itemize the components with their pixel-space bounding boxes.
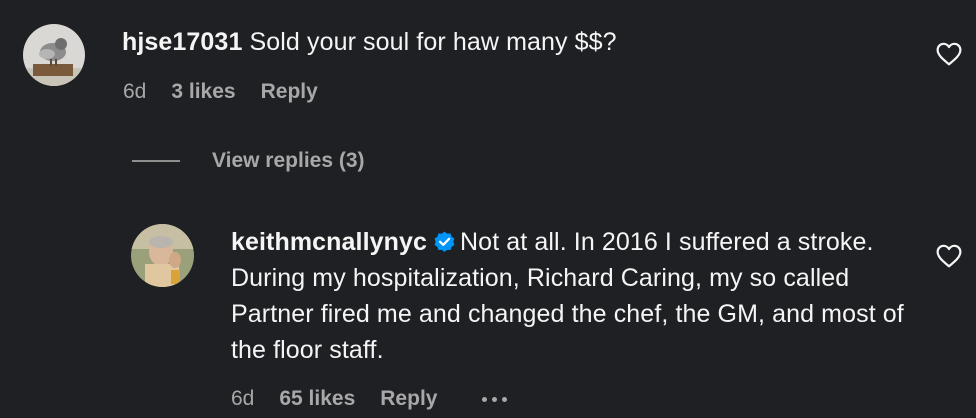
view-replies-button[interactable]: View replies (3) [212, 149, 365, 173]
comment-likes-count[interactable]: 3 likes [171, 80, 235, 104]
comment-timestamp[interactable]: 6d [231, 387, 254, 411]
more-horizontal-icon[interactable] [482, 388, 508, 410]
comment-timestamp[interactable]: 6d [123, 80, 146, 104]
avatar-keithmcnallynyc[interactable] [131, 224, 194, 287]
reply-button[interactable]: Reply [261, 80, 318, 104]
verified-badge-icon [432, 228, 457, 253]
comment-body: keithmcnallynyc Not at all. In 2016 I su… [231, 224, 921, 368]
comment-username[interactable]: hjse17031 [122, 28, 242, 56]
comment-meta: 6d 65 likes Reply [231, 387, 508, 411]
avatar-hjse17031[interactable] [23, 24, 85, 86]
heart-outline-icon[interactable] [936, 42, 962, 66]
reply-button[interactable]: Reply [380, 387, 437, 411]
comment-body: hjse17031 Sold your soul for haw many $$… [122, 24, 902, 60]
avatar-image [131, 224, 194, 287]
comment-text: Sold your soul for haw many $$? [249, 28, 617, 56]
heart-outline-icon[interactable] [936, 244, 962, 268]
comment-username[interactable]: keithmcnallynyc [231, 228, 427, 256]
thread-line [132, 160, 180, 162]
comments-section: hjse17031 Sold your soul for haw many $$… [0, 0, 976, 418]
comment-likes-count[interactable]: 65 likes [279, 387, 355, 411]
avatar-image [23, 24, 85, 86]
comment-meta: 6d 3 likes Reply [123, 80, 318, 104]
